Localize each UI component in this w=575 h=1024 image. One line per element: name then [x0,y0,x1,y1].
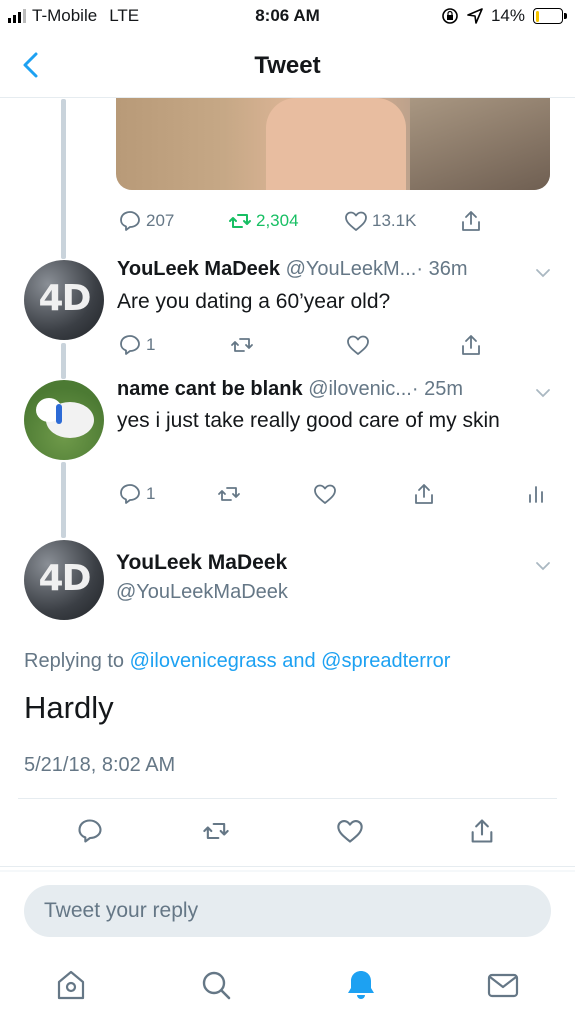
chevron-down-icon[interactable] [534,264,552,282]
analytics-icon [529,486,543,503]
battery-percent: 14% [490,6,525,25]
home-icon[interactable] [53,967,89,1003]
like-button[interactable] [346,333,370,357]
chevron-down-icon[interactable] [534,384,552,402]
user-handle[interactable]: @ilovenic... [308,378,412,400]
tab-bar [0,955,575,1024]
display-name[interactable]: name cant be blank [117,378,303,400]
search-icon[interactable] [198,967,234,1003]
retweet-count: 2,304 [256,211,299,230]
share-icon [462,335,480,355]
reply-input[interactable] [24,885,551,937]
retweet-icon [231,338,253,352]
tweet-text: yes i just take really good care of my s… [117,409,500,432]
retweet-button[interactable] [217,482,241,506]
tweet-header: YouLeek MaDeek @YouLeekM...· 36m [117,258,467,281]
reply-icon [120,211,140,231]
avatar[interactable] [24,380,104,460]
heart-icon [337,820,363,843]
thread-line [61,343,66,379]
share-button[interactable] [459,209,483,233]
tweet-text: Hardly [24,690,114,725]
avatar[interactable]: 4D [24,260,104,340]
share-button[interactable] [468,817,496,845]
retweet-icon [229,214,251,228]
orientation-lock-icon [442,8,458,24]
like-button[interactable]: 13.1K [344,209,416,233]
replying-and[interactable]: and [282,650,315,672]
like-button[interactable] [313,482,337,506]
reply-icon [120,335,140,355]
page-title: Tweet [254,52,321,79]
reply-composer[interactable] [24,885,551,937]
tweet-header: name cant be blank @ilovenic...· 25m [117,378,463,401]
notifications-bell-icon[interactable] [343,967,379,1003]
reply-button[interactable]: 1 [118,333,155,357]
like-button[interactable] [336,817,364,845]
tweet-text: Are you dating a 60’year old? [117,290,391,313]
share-icon [471,819,493,843]
avatar[interactable]: 4D [24,540,104,620]
reply-count: 1 [146,335,156,354]
nav-bar: Tweet [0,36,575,98]
retweet-icon [203,822,229,840]
mention-link[interactable]: @spreadterror [321,650,450,672]
reply-button[interactable] [76,817,104,845]
status-bar: T-Mobile LTE 8:06 AM 14% [0,0,575,36]
thread-line [61,462,66,538]
tweet-time: · 25m [411,378,463,400]
user-handle[interactable]: @YouLeekMaDeek [116,581,288,604]
thread-line [61,99,66,259]
tweet-media-image[interactable] [116,98,550,190]
retweet-button[interactable] [202,817,230,845]
reply-icon [120,484,140,504]
share-icon [415,484,433,504]
tweet-timestamp: 5/21/18, 8:02 AM [24,754,176,776]
retweet-button[interactable]: 2,304 [228,209,299,233]
divider [18,798,557,799]
battery-icon [533,8,567,24]
retweet-icon [218,487,240,501]
share-button[interactable] [459,333,483,357]
mention-link[interactable]: @ilovenicegrass [130,650,277,672]
retweet-button[interactable] [230,333,254,357]
location-icon [467,8,483,24]
divider [0,866,575,867]
reply-button[interactable]: 1 [118,482,155,506]
messages-envelope-icon[interactable] [485,967,521,1003]
replying-to: Replying to @ilovenicegrass and @spreadt… [24,650,450,673]
user-handle[interactable]: @YouLeekM... [286,258,417,280]
share-icon [462,211,480,231]
divider [0,870,575,872]
analytics-button[interactable] [524,482,548,506]
share-button[interactable] [412,482,436,506]
display-name[interactable]: YouLeek MaDeek [116,551,287,575]
reply-count: 1 [146,484,156,503]
heart-icon [347,335,369,355]
replying-to-label: Replying to [24,650,125,672]
reply-count: 207 [146,211,175,230]
heart-icon [314,484,336,504]
heart-icon [345,211,367,231]
reply-button[interactable]: 207 [118,209,174,233]
tweet-time: · 36m [416,258,468,280]
like-count: 13.1K [372,211,417,230]
chevron-down-icon[interactable] [534,557,552,575]
display-name[interactable]: YouLeek MaDeek [117,258,280,280]
reply-icon [78,819,102,843]
